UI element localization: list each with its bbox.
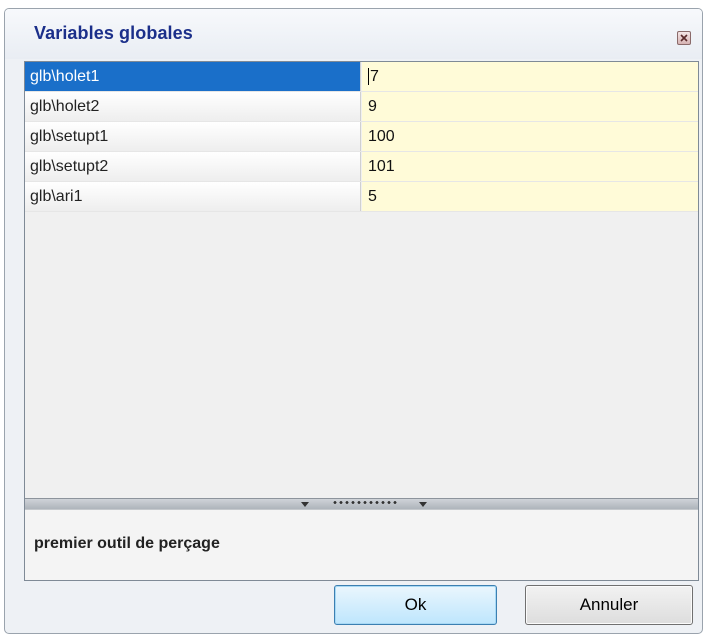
- splitter-grip-icon: [332, 501, 398, 504]
- grid-row[interactable]: glb\holet2 9: [25, 92, 698, 122]
- variables-dialog: Variables globales glb\holet1 7 glb\hole…: [4, 8, 703, 634]
- property-grid-panel: glb\holet1 7 glb\holet2 9 glb\setupt1 10…: [24, 61, 699, 581]
- grid-row[interactable]: glb\setupt2 101: [25, 152, 698, 182]
- cancel-button[interactable]: Annuler: [525, 585, 693, 625]
- description-splitter[interactable]: [25, 498, 698, 509]
- description-panel: premier outil de perçage: [25, 509, 698, 580]
- grid-row[interactable]: glb\setupt1 100: [25, 122, 698, 152]
- variable-name-cell[interactable]: glb\holet2: [25, 92, 361, 121]
- variable-value-text: 7: [370, 68, 379, 85]
- variable-value-cell[interactable]: 5: [362, 182, 698, 211]
- variable-name-cell[interactable]: glb\holet1: [25, 62, 361, 91]
- description-text: premier outil de perçage: [34, 535, 220, 552]
- text-caret: [368, 68, 369, 86]
- splitter-arrow-icon: [301, 502, 309, 507]
- close-icon: [680, 34, 688, 42]
- variable-value-cell[interactable]: 101: [362, 152, 698, 181]
- variable-name-cell[interactable]: glb\setupt1: [25, 122, 361, 151]
- variable-value-cell[interactable]: 7: [362, 62, 698, 91]
- ok-button[interactable]: Ok: [334, 585, 497, 625]
- property-grid: glb\holet1 7 glb\holet2 9 glb\setupt1 10…: [25, 62, 698, 498]
- variable-name-cell[interactable]: glb\ari1: [25, 182, 361, 211]
- grid-row[interactable]: glb\holet1 7: [25, 62, 698, 92]
- close-button[interactable]: [677, 31, 691, 45]
- grid-row[interactable]: glb\ari1 5: [25, 182, 698, 212]
- variable-value-cell[interactable]: 100: [362, 122, 698, 151]
- dialog-title: Variables globales: [34, 23, 193, 43]
- splitter-arrow-icon: [419, 502, 427, 507]
- title-bar[interactable]: Variables globales: [5, 9, 702, 59]
- variable-name-cell[interactable]: glb\setupt2: [25, 152, 361, 181]
- variable-value-cell[interactable]: 9: [362, 92, 698, 121]
